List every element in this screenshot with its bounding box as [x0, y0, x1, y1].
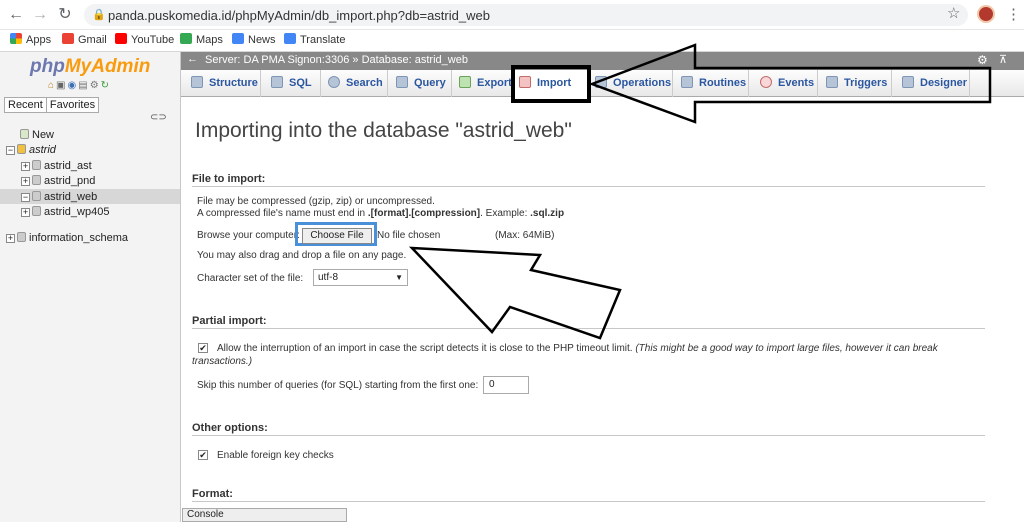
annotation-overlay — [408, 43, 992, 340]
arrow-pointing-choose-file — [408, 246, 622, 340]
arrow-pointing-import-tab — [588, 43, 992, 124]
import-tab-highlight-box — [511, 65, 591, 103]
